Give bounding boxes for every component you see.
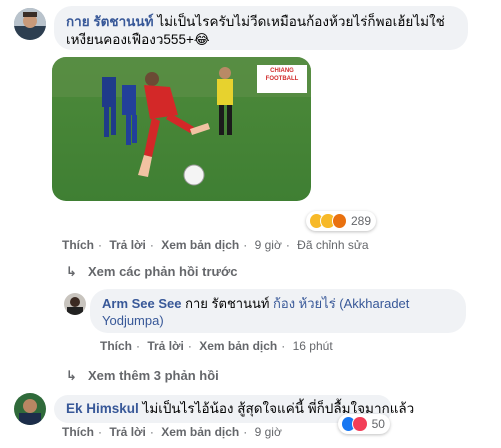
like-button[interactable]: Thích: [62, 425, 94, 439]
avatar-commenter-2[interactable]: [14, 393, 46, 425]
reply-mention-plain: กาย รัตชานนท์: [185, 296, 270, 311]
translate-button[interactable]: Xem bản dịch: [161, 425, 239, 439]
reactions-summary-1[interactable]: 289: [306, 211, 376, 231]
translate-button[interactable]: Xem bản dịch: [199, 339, 277, 353]
comment-time[interactable]: 9 giờ: [255, 238, 282, 252]
previous-replies-label: Xem các phản hồi trước: [88, 264, 238, 279]
comment-actions-1: Thích · Trả lời · Xem bản dịch · 9 giờ · Đã …: [62, 238, 369, 252]
comment-actions-2: Thích · Trả lời · Xem bản dịch · 9 giờ: [62, 425, 282, 439]
translate-button[interactable]: Xem bản dịch: [161, 238, 239, 252]
avatar-commenter-1[interactable]: [14, 8, 46, 40]
reaction-count-2: 50: [371, 417, 385, 431]
edited-label[interactable]: Đã chỉnh sửa: [297, 238, 368, 252]
love-reaction-icon: [352, 416, 368, 432]
reply-bubble-1: Arm See See กาย รัตชานนท์ ก้อง ห้วยไร่ (…: [90, 289, 466, 333]
comment-author-1[interactable]: กาย รัตชานนท์: [66, 14, 154, 29]
avatar-photo-icon: [64, 293, 86, 315]
comment-time[interactable]: 9 giờ: [255, 425, 282, 439]
comment-author-2[interactable]: Ek Himskul: [66, 401, 139, 416]
reply-button[interactable]: Trả lời: [147, 339, 184, 353]
reactions-summary-2[interactable]: 50: [338, 414, 390, 434]
more-replies-link[interactable]: ↳ Xem thêm 3 phản hồi: [66, 368, 219, 384]
laugh-emoji-icon: 😂: [193, 32, 210, 47]
previous-replies-link[interactable]: ↳ Xem các phản hồi trước: [66, 264, 237, 280]
angry-reaction-icon: [331, 213, 347, 229]
like-button[interactable]: Thích: [100, 339, 132, 353]
reply-actions-1: Thích · Trả lời · Xem bản dịch · 16 phút: [100, 339, 333, 353]
avatar-photo-icon: [14, 8, 46, 40]
reaction-count-1: 289: [350, 214, 372, 228]
reply-arrow-icon: ↳: [66, 368, 77, 383]
reply-author[interactable]: Arm See See: [102, 296, 182, 311]
more-replies-label: Xem thêm 3 phản hồi: [88, 368, 219, 383]
reply-arrow-icon: ↳: [66, 264, 77, 279]
avatar-photo-icon: [14, 393, 46, 425]
like-button[interactable]: Thích: [62, 238, 94, 252]
reply-time[interactable]: 16 phút: [293, 339, 333, 353]
comment-photo[interactable]: CHIANG FOOTBALL: [52, 57, 311, 201]
avatar-replier[interactable]: [64, 293, 86, 315]
photo-logo: CHIANG FOOTBALL: [265, 68, 299, 82]
reply-button[interactable]: Trả lời: [109, 238, 146, 252]
comment-bubble-1: กาย รัตชานนท์ ไม่เป็นไรครับไม่วีดเหมือนก…: [54, 6, 468, 50]
reply-button[interactable]: Trả lời: [109, 425, 146, 439]
